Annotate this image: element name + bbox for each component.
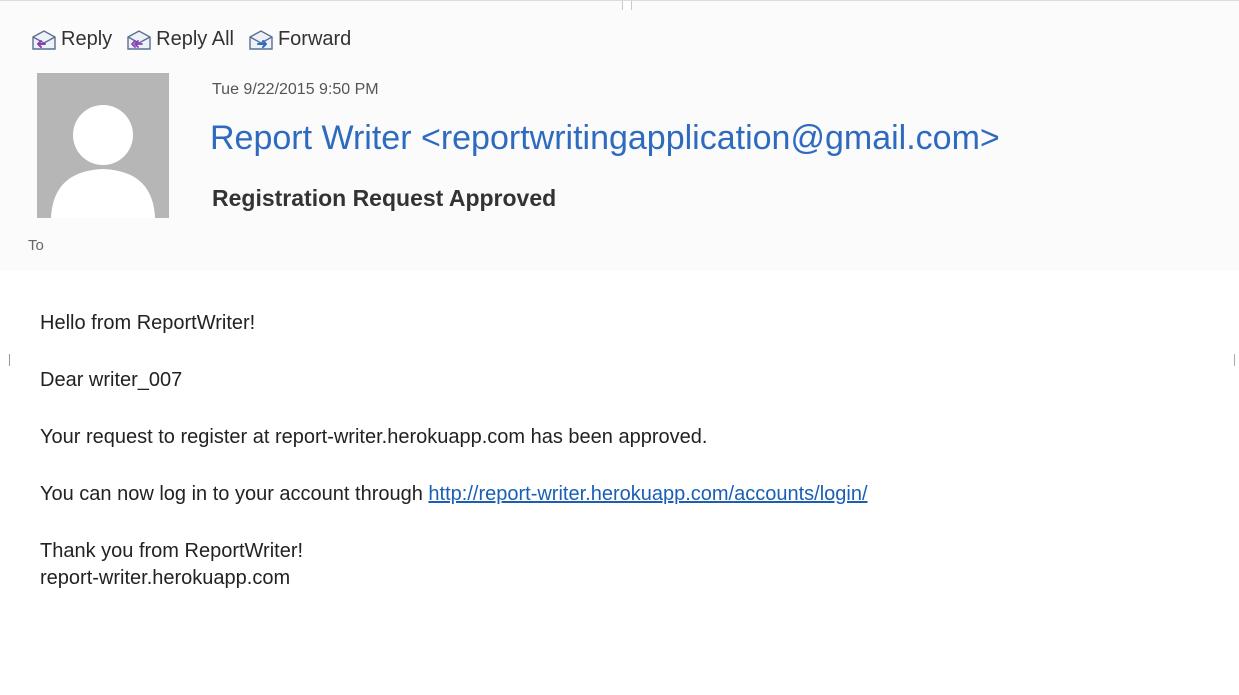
login-text: You can now log in to your account throu… [40,483,429,505]
message-body: Hello from ReportWriter! Dear writer_007… [40,310,868,592]
sender-name[interactable]: Report Writer <reportwritingapplication@… [210,119,1000,158]
reply-all-button[interactable]: Reply All [126,28,234,51]
email-reading-pane: Reply Reply All Forward Tue 9/22/2015 9:… [0,0,1239,695]
closing-line: Thank you from ReportWriter! [40,540,304,562]
reply-label: Reply [61,28,113,50]
reply-all-envelope-icon [126,29,152,51]
salutation-line: Dear writer_007 [40,369,183,391]
reply-envelope-icon [31,29,57,51]
approval-line: Your request to register at report-write… [40,426,708,448]
recipient-to-label: To [28,237,44,254]
default-person-avatar-icon [37,73,169,218]
forward-envelope-icon [248,29,274,51]
forward-label: Forward [277,28,352,50]
reply-all-label: Reply All [156,28,234,50]
message-actions-toolbar: Reply Reply All Forward [31,28,351,51]
sender-avatar [37,73,169,218]
right-edge-marker [1234,354,1235,366]
greeting-line: Hello from ReportWriter! [40,312,256,334]
message-subject: Registration Request Approved [212,185,557,211]
left-edge-marker [6,354,10,366]
login-line: You can now log in to your account throu… [40,481,868,508]
pane-divider-handle [622,1,632,10]
login-link[interactable]: http://report-writer.herokuapp.com/accou… [428,483,867,505]
message-header: Reply Reply All Forward Tue 9/22/2015 9:… [0,0,1239,271]
forward-button[interactable]: Forward [248,28,351,51]
signature-line: report-writer.herokuapp.com [40,567,291,589]
message-datetime: Tue 9/22/2015 9:50 PM [212,81,379,98]
reply-button[interactable]: Reply [31,28,112,51]
